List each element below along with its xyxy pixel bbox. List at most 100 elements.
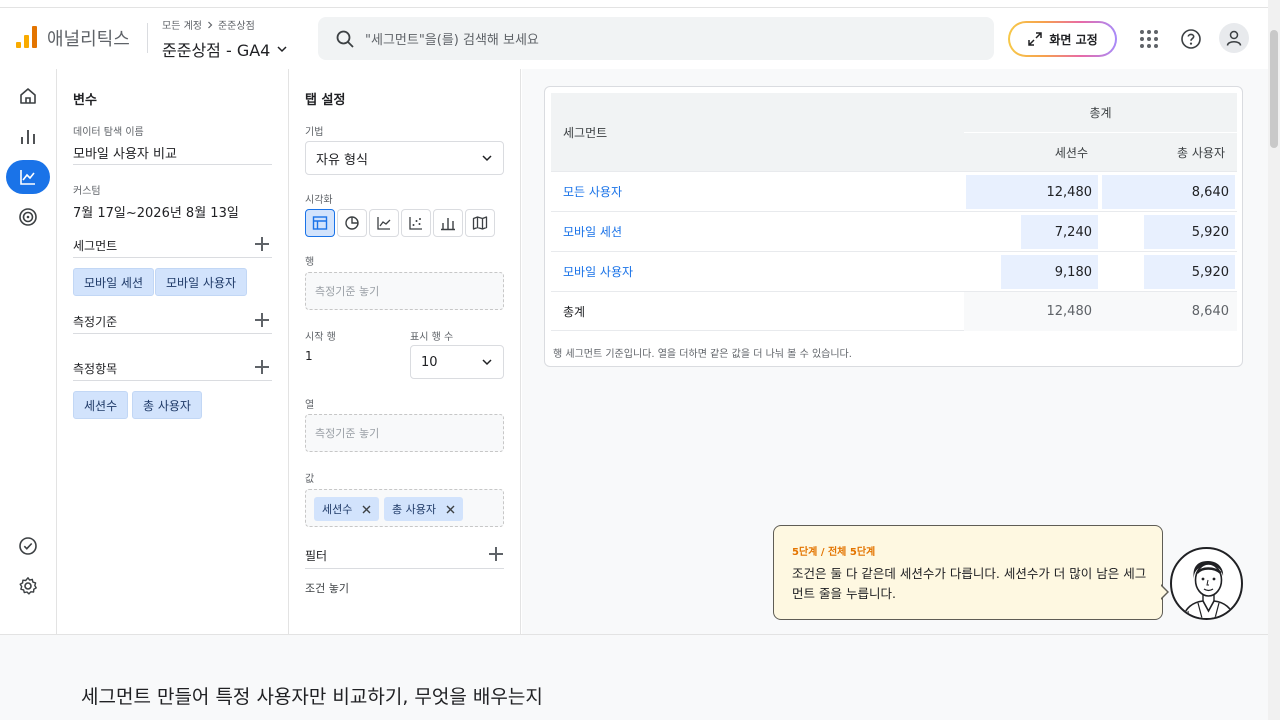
search-bar[interactable]: "세그먼트"을(를) 검색해 보세요 (318, 17, 994, 60)
row-segment-label[interactable]: 모든 사용자 (563, 183, 622, 200)
explore-icon (20, 170, 35, 185)
table-row[interactable]: 모바일 사용자 9,180 5,920 (551, 251, 1237, 291)
table-row[interactable]: 모든 사용자 12,480 8,640 (551, 171, 1237, 211)
tutorial-bubble: 5단계 / 전체 5단계 조건은 둘 다 같은데 세션수가 다릅니다. 세션수가… (773, 525, 1163, 620)
chevron-down-icon (482, 359, 492, 366)
date-range-value[interactable]: 7월 17일~2026년 8월 13일 (73, 202, 239, 221)
filters-dropzone[interactable]: 조건 놓기 (305, 580, 349, 596)
metric-chip[interactable]: 세션수 (73, 391, 129, 419)
value-chip[interactable]: 세션수 (314, 497, 380, 521)
start-row-input[interactable]: 1 (305, 349, 313, 363)
viz-bar-button[interactable] (433, 209, 463, 237)
totals-label: 총계 (563, 305, 586, 319)
columns-label: 열 (305, 400, 315, 411)
account-avatar[interactable] (1219, 23, 1249, 53)
show-rows-value: 10 (421, 354, 438, 370)
show-rows-select[interactable]: 10 (410, 345, 504, 379)
search-icon (336, 30, 354, 48)
sessions-column-header[interactable]: 세션수 (964, 133, 1100, 171)
breadcrumb[interactable]: 모든 계정 준준상점 (162, 17, 255, 32)
nav-home[interactable] (8, 79, 48, 113)
sessions-total-cell: 12,480 (964, 292, 1100, 331)
chevron-down-icon (277, 46, 287, 53)
table-icon (312, 216, 328, 230)
add-segment-icon[interactable] (255, 237, 269, 251)
nav-advertising[interactable] (8, 200, 48, 234)
table-note: 행 세그먼트 기준입니다. 열을 더하면 같은 값을 더 나눠 볼 수 있습니다… (553, 349, 852, 360)
expand-icon (1028, 32, 1043, 46)
dimensions-label: 측정기준 (73, 315, 118, 329)
value-chip[interactable]: 총 사용자 (384, 497, 463, 521)
add-dimension-icon[interactable] (255, 313, 269, 327)
viz-map-button[interactable] (465, 209, 495, 237)
property-selector[interactable]: 준준상점 - GA4 (162, 37, 288, 61)
metric-chip[interactable]: 총 사용자 (132, 391, 202, 419)
viz-scatter-button[interactable] (401, 209, 431, 237)
exploration-name-input[interactable]: 모바일 사용자 비교 (73, 143, 177, 162)
nav-explore[interactable] (6, 160, 50, 194)
pin-screen-button[interactable]: 화면 고정 (1008, 21, 1117, 57)
chevron-down-icon (482, 155, 492, 162)
segment-chip[interactable]: 모바일 사용자 (155, 268, 248, 296)
nav-reports[interactable] (8, 120, 48, 154)
viz-line-button[interactable] (369, 209, 399, 237)
totals-row: 총계 12,480 8,640 (551, 291, 1237, 331)
property-name: 준준상점 - GA4 (162, 41, 271, 60)
breadcrumb-item[interactable]: 준준상점 (218, 17, 255, 32)
add-filter-icon[interactable] (489, 547, 503, 561)
checklist-icon (19, 537, 37, 555)
segment-chip[interactable]: 모바일 세션 (73, 268, 155, 296)
search-placeholder: "세그먼트"을(를) 검색해 보세요 (365, 33, 539, 48)
totals-group-header: 총계 (964, 93, 1237, 132)
viz-donut-button[interactable] (337, 209, 367, 237)
page-scrollbar[interactable] (1268, 0, 1280, 720)
visualization-label: 시각화 (305, 195, 333, 206)
rows-dropzone[interactable]: 측정기준 놓기 (305, 272, 504, 310)
lesson-footer: 세그먼트 만들어 특정 사용자만 비교하기, 무엇을 배우는지 (0, 634, 1268, 720)
segment-column-header: 세그먼트 (551, 93, 964, 171)
row-segment-label[interactable]: 모바일 사용자 (563, 263, 633, 280)
users-cell: 5,920 (1191, 264, 1229, 280)
donut-chart-icon (345, 216, 359, 230)
guide-avatar-icon (1170, 547, 1243, 620)
scrollbar-thumb[interactable] (1270, 30, 1278, 148)
close-icon[interactable] (446, 505, 455, 514)
add-metric-icon[interactable] (255, 360, 269, 374)
apps-icon[interactable] (1137, 27, 1161, 51)
sessions-cell: 9,180 (1054, 264, 1092, 280)
analytics-logo-icon[interactable] (16, 26, 38, 48)
metrics-label: 측정항목 (73, 362, 118, 376)
exploration-name-label: 데이터 탐색 이름 (73, 127, 144, 138)
technique-label: 기법 (305, 127, 324, 138)
row-segment-label[interactable]: 모바일 세션 (563, 223, 622, 240)
close-icon[interactable] (362, 505, 371, 514)
date-range-label: 커스텀 (73, 186, 101, 197)
scatter-plot-icon (409, 217, 422, 230)
users-column-header[interactable]: 총 사용자 (1100, 133, 1237, 171)
settings-icon (19, 577, 37, 595)
free-form-table: 세그먼트 총계 세션수 총 사용자 모든 사용자 12,480 8,640 모바… (544, 86, 1243, 367)
lesson-title: 세그먼트 만들어 특정 사용자만 비교하기, 무엇을 배우는지 (81, 686, 543, 708)
tab-settings-panel: 탭 설정 기법 자유 형식 시각화 행 측정기준 놓기 시작 행 1 표시 행 … (289, 69, 521, 634)
line-chart-icon (377, 217, 391, 230)
section-divider (73, 257, 272, 258)
bar-chart-icon (441, 218, 455, 231)
chevron-right-icon (208, 21, 213, 28)
columns-dropzone[interactable]: 측정기준 놓기 (305, 414, 504, 452)
nav-checklist[interactable] (8, 529, 48, 563)
breadcrumb-item[interactable]: 모든 계정 (162, 17, 202, 32)
nav-settings[interactable] (8, 569, 48, 603)
viz-table-button[interactable] (305, 209, 335, 237)
left-navigation (0, 69, 57, 634)
show-rows-label: 표시 행 수 (410, 332, 454, 343)
top-strip (0, 0, 1268, 8)
technique-select[interactable]: 자유 형식 (305, 141, 504, 175)
table-row[interactable]: 모바일 세션 7,240 5,920 (551, 211, 1237, 251)
bubble-tail-inner (1160, 585, 1167, 599)
account-icon (1226, 30, 1242, 46)
app-header: 애널리틱스 모든 계정 준준상점 준준상점 - GA4 "세그먼트"을(를) 검… (0, 9, 1268, 69)
app-brand[interactable]: 애널리틱스 (47, 25, 130, 51)
help-icon[interactable] (1179, 27, 1203, 51)
variables-title: 변수 (73, 93, 97, 108)
advertising-icon (19, 208, 37, 226)
